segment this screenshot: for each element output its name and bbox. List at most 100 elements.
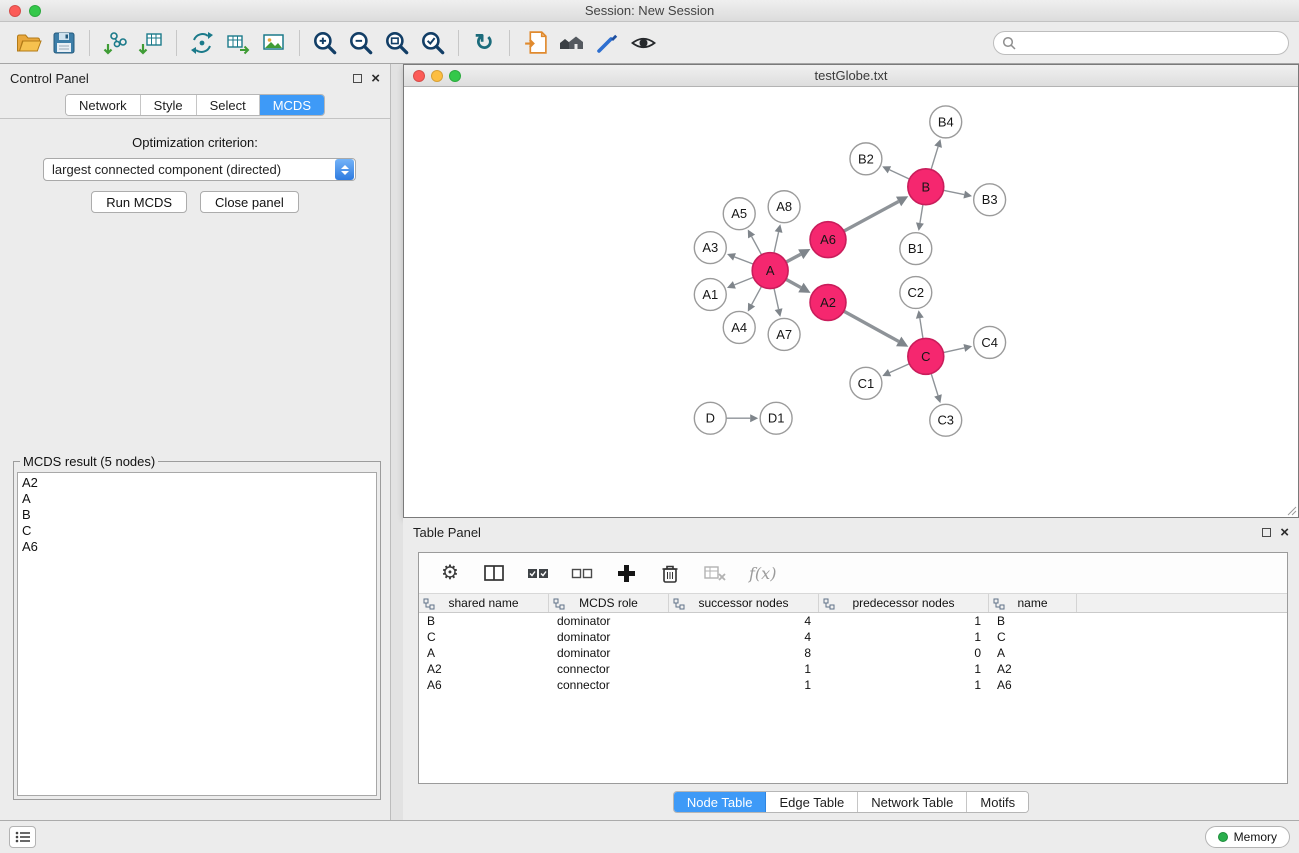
edge-C-C1[interactable] <box>890 364 910 373</box>
mcds-result-item[interactable]: A2 <box>22 475 372 491</box>
edge-A-A8[interactable] <box>774 232 779 253</box>
mcds-result-item[interactable]: A6 <box>22 539 372 555</box>
table-cell: dominator <box>549 646 669 660</box>
network-graph[interactable]: B4B2BB3A5A8A6B1A3AA1C2A2A4A7C4CC1C3DD1 <box>404 88 1298 517</box>
table-row[interactable]: Cdominator41C <box>419 629 1287 645</box>
table-tab-network-table[interactable]: Network Table <box>858 792 967 812</box>
graph-node-label-A5: A5 <box>731 206 747 221</box>
open-folder-icon[interactable] <box>10 26 46 60</box>
refresh-view-icon[interactable]: ↻ <box>466 26 502 60</box>
column-header-MCDS-role[interactable]: MCDS role <box>549 594 669 612</box>
graph-node-label-C: C <box>921 349 930 364</box>
mcds-result-title: MCDS result (5 nodes) <box>20 454 158 469</box>
column-selector-icon[interactable] <box>483 561 505 585</box>
edge-B-B4[interactable] <box>931 147 938 170</box>
export-image-icon[interactable] <box>256 26 292 60</box>
edge-B-B1[interactable] <box>920 204 923 223</box>
mcds-result-item[interactable]: A <box>22 491 372 507</box>
optimization-dropdown[interactable]: largest connected component (directed) <box>43 158 356 181</box>
network-arrows-icon[interactable] <box>184 26 220 60</box>
column-edit-icon <box>993 598 1005 610</box>
edge-A-A5[interactable] <box>752 236 762 254</box>
edge-A-A2[interactable] <box>786 279 801 287</box>
close-panel-button[interactable]: Close panel <box>200 191 299 213</box>
add-row-icon[interactable] <box>615 561 637 585</box>
optimization-criterion-label: Optimization criterion: <box>0 135 390 150</box>
column-edit-icon <box>823 598 835 610</box>
table-cell: 4 <box>669 614 819 628</box>
table-row[interactable]: Bdominator41B <box>419 613 1287 629</box>
memory-button[interactable]: Memory <box>1205 826 1290 848</box>
table-cell: 1 <box>819 630 989 644</box>
save-session-icon[interactable] <box>46 26 82 60</box>
edge-A6-B[interactable] <box>844 201 899 231</box>
edge-B-B3[interactable] <box>943 190 964 194</box>
table-cell: A2 <box>989 662 1077 676</box>
deselect-all-rows-icon[interactable] <box>571 561 593 585</box>
edge-C-C4[interactable] <box>943 348 964 353</box>
function-builder-icon[interactable]: f(x) <box>749 561 776 585</box>
zoom-selected-icon[interactable] <box>415 26 451 60</box>
mcds-result-item[interactable]: C <box>22 523 372 539</box>
tab-select[interactable]: Select <box>197 95 260 115</box>
task-history-button[interactable] <box>9 826 36 848</box>
edge-arrow-icon <box>963 344 972 352</box>
table-tabs: Node TableEdge TableNetwork TableMotifs <box>403 791 1299 813</box>
delete-row-trash-icon[interactable] <box>659 561 681 585</box>
table-cell: A6 <box>419 678 549 692</box>
edge-B-B2[interactable] <box>889 170 909 179</box>
table-row[interactable]: A2connector11A2 <box>419 661 1287 677</box>
tab-network[interactable]: Network <box>66 95 141 115</box>
network-window-titlebar[interactable]: testGlobe.txt <box>404 65 1298 87</box>
table-row[interactable]: Adominator80A <box>419 645 1287 661</box>
column-header-name[interactable]: name <box>989 594 1077 612</box>
import-network-file-icon[interactable] <box>97 26 133 60</box>
open-recent-icon[interactable] <box>517 26 553 60</box>
float-table-panel-icon[interactable] <box>1262 528 1271 537</box>
apply-style-icon[interactable] <box>589 26 625 60</box>
edge-C-C2[interactable] <box>920 318 923 338</box>
control-panel-tabs: NetworkStyleSelectMCDS <box>0 94 390 119</box>
edge-A-A6[interactable] <box>786 254 801 262</box>
search-box[interactable] <box>993 31 1289 55</box>
table-tab-edge-table[interactable]: Edge Table <box>766 792 858 812</box>
tab-mcds[interactable]: MCDS <box>260 95 324 115</box>
table-tab-node-table[interactable]: Node Table <box>674 792 767 812</box>
column-header-shared-name[interactable]: shared name <box>419 594 549 612</box>
select-all-rows-icon[interactable] <box>527 561 549 585</box>
search-input[interactable] <box>1021 35 1280 50</box>
home-networks-icon[interactable] <box>553 26 589 60</box>
zoom-out-icon[interactable] <box>343 26 379 60</box>
table-cell: connector <box>549 662 669 676</box>
run-mcds-button[interactable]: Run MCDS <box>91 191 187 213</box>
close-panel-icon[interactable]: × <box>371 71 380 86</box>
table-cell: A6 <box>989 678 1077 692</box>
memory-label: Memory <box>1234 830 1277 844</box>
edge-A-A1[interactable] <box>734 277 753 285</box>
edge-A2-C[interactable] <box>844 311 899 341</box>
edge-A-A7[interactable] <box>774 288 779 309</box>
table-tab-motifs[interactable]: Motifs <box>967 792 1028 812</box>
mcds-result-item[interactable]: B <box>22 507 372 523</box>
resize-handle-icon[interactable] <box>1285 504 1297 516</box>
show-hide-icon[interactable] <box>625 26 661 60</box>
table-row[interactable]: A6connector11A6 <box>419 677 1287 693</box>
export-table-icon[interactable] <box>220 26 256 60</box>
column-header-predecessor-nodes[interactable]: predecessor nodes <box>819 594 989 612</box>
edge-C-C3[interactable] <box>931 374 938 396</box>
mcds-result-list[interactable]: A2ABCA6 <box>17 472 377 796</box>
network-canvas[interactable]: B4B2BB3A5A8A6B1A3AA1C2A2A4A7C4CC1C3DD1 <box>404 88 1298 517</box>
import-table-file-icon[interactable] <box>133 26 169 60</box>
edge-A-A3[interactable] <box>735 257 754 264</box>
table-settings-gear-icon[interactable]: ⚙ <box>439 561 461 585</box>
tab-style[interactable]: Style <box>141 95 197 115</box>
zoom-fit-icon[interactable] <box>379 26 415 60</box>
float-panel-icon[interactable] <box>353 74 362 83</box>
zoom-in-icon[interactable] <box>307 26 343 60</box>
delete-table-icon[interactable] <box>703 561 727 585</box>
edge-A-A4[interactable] <box>752 286 762 304</box>
dropdown-stepper-icon <box>335 159 354 180</box>
window-title: Session: New Session <box>0 3 1299 18</box>
close-table-panel-icon[interactable]: × <box>1280 525 1289 540</box>
column-header-successor-nodes[interactable]: successor nodes <box>669 594 819 612</box>
